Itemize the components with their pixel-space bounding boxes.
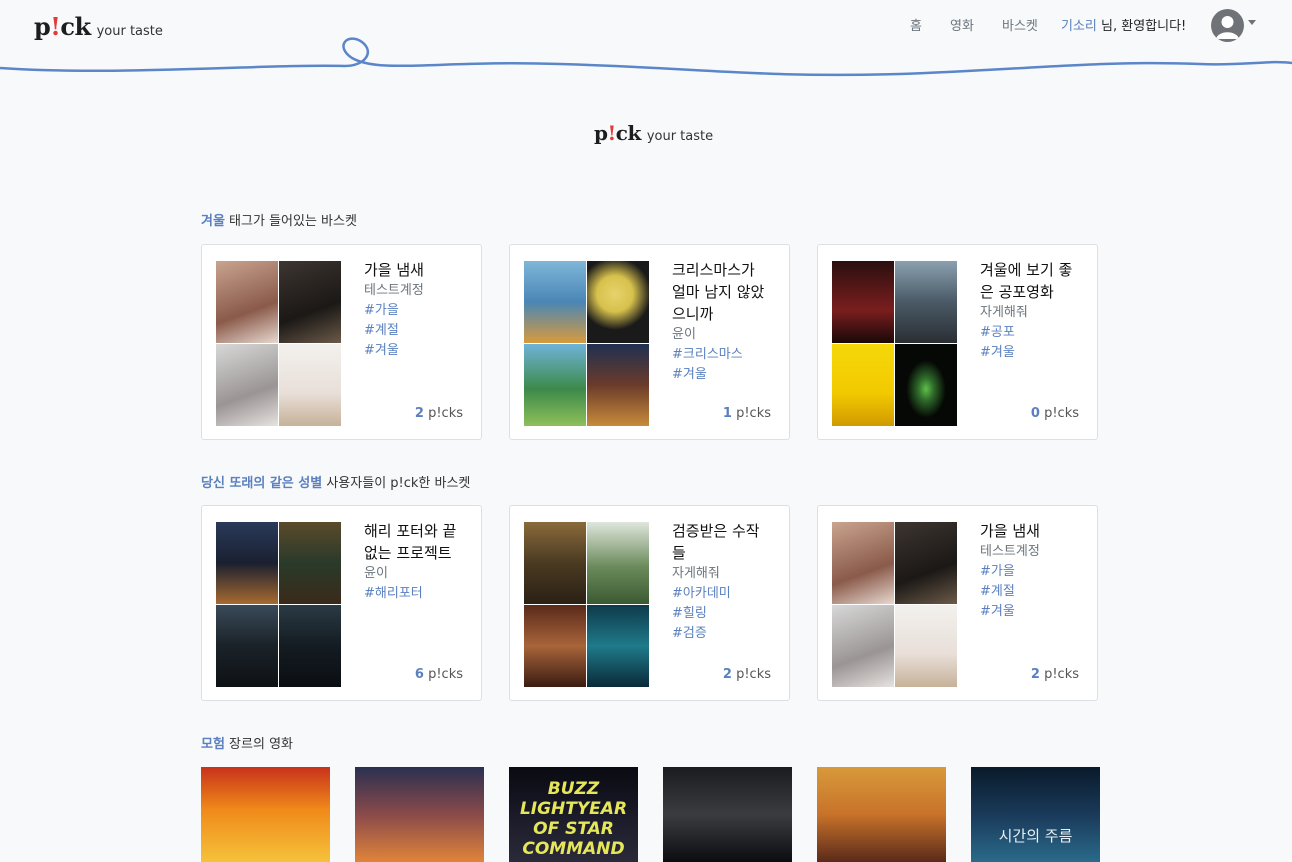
basket-author: 테스트계정: [980, 544, 1040, 559]
user-menu-caret-icon[interactable]: [1248, 20, 1256, 25]
basket-tag[interactable]: #검증: [672, 624, 782, 644]
basket-tag[interactable]: #크리스마스: [672, 345, 782, 365]
basket-tag[interactable]: #겨울: [980, 602, 1090, 622]
top-navbar: p!ck your taste 홈 영화 바스켓 기소리 님, 환영합니다!: [0, 0, 1292, 80]
poster-thumbnail: [587, 261, 649, 343]
basket-tag[interactable]: #가을: [364, 301, 474, 321]
hero-logo: p!ck your taste: [594, 121, 713, 145]
basket-tag[interactable]: #겨울: [672, 365, 782, 385]
basket-title: 검증받은 수작들: [672, 522, 760, 562]
basket-title: 크리스마스가 얼마 남지 않았으니까: [672, 261, 765, 323]
basket-card[interactable]: 검증받은 수작들 자게해줘 #아카데미 #힐링 #검증 2 p!cks: [509, 505, 790, 701]
user-name: 기소리: [1061, 19, 1097, 34]
nav-link-baskets[interactable]: 바스켓: [1002, 15, 1038, 34]
welcome-message: 기소리 님, 환영합니다!: [1061, 19, 1187, 34]
basket-tag[interactable]: #계절: [364, 321, 474, 341]
basket-poster-grid: [216, 261, 342, 427]
basket-card[interactable]: 가을 냄새 테스트계정 #가을 #계절 #겨울 2 p!cks: [817, 505, 1098, 701]
poster-thumbnail: [524, 522, 586, 604]
basket-author: 자게해줘: [980, 305, 1028, 320]
movie-poster[interactable]: [817, 767, 946, 862]
basket-tag[interactable]: #해리포터: [364, 584, 474, 604]
basket-pick-count: 2 p!cks: [1030, 667, 1079, 682]
movie-poster[interactable]: [663, 767, 792, 862]
basket-title: 가을 냄새: [980, 522, 1040, 540]
nav-link-movies[interactable]: 영화: [950, 15, 974, 34]
poster-thumbnail: [832, 522, 894, 604]
basket-author: 테스트계정: [364, 283, 424, 298]
basket-card[interactable]: 가을 냄새 테스트계정 #가을 #계절 #겨울 2 p!cks: [201, 244, 482, 440]
poster-thumbnail: [895, 605, 957, 687]
section-title-adventure-movies: 모험 장르의 영화: [201, 737, 293, 752]
nav-link-home[interactable]: 홈: [910, 15, 922, 34]
movie-poster[interactable]: 시간의 주름: [971, 767, 1100, 862]
basket-pick-count: 6 p!cks: [414, 667, 463, 682]
basket-tag[interactable]: #공포: [980, 323, 1090, 343]
movie-poster[interactable]: [355, 767, 484, 862]
basket-tag[interactable]: #계절: [980, 582, 1090, 602]
poster-thumbnail: [587, 605, 649, 687]
poster-thumbnail: [895, 261, 957, 343]
basket-tag[interactable]: #아카데미: [672, 584, 782, 604]
basket-poster-grid: [832, 261, 958, 427]
poster-thumbnail: [216, 261, 278, 343]
poster-thumbnail: [832, 261, 894, 343]
basket-card[interactable]: 해리 포터와 끝없는 프로젝트 윤이 #해리포터 6 p!cks: [201, 505, 482, 701]
movie-poster[interactable]: BUZZ LIGHTYEAR OF STAR COMMAND: [509, 767, 638, 862]
header-wave-decoration: [0, 37, 1292, 77]
basket-pick-count: 0 p!cks: [1030, 406, 1079, 421]
poster-thumbnail: [524, 261, 586, 343]
poster-thumbnail: [587, 522, 649, 604]
section-title-winter-baskets: 겨울 태그가 들어있는 바스켓: [201, 214, 357, 229]
poster-thumbnail: [524, 605, 586, 687]
basket-title: 가을 냄새: [364, 261, 424, 279]
poster-thumbnail: [895, 344, 957, 426]
basket-tag[interactable]: #겨울: [364, 341, 474, 361]
basket-poster-grid: [216, 522, 342, 688]
basket-tag[interactable]: #가을: [980, 562, 1090, 582]
poster-thumbnail: [279, 605, 341, 687]
basket-tag[interactable]: #겨울: [980, 343, 1090, 363]
poster-thumbnail: [216, 344, 278, 426]
basket-poster-grid: [524, 522, 650, 688]
poster-title-text: 시간의 주름: [998, 827, 1073, 845]
basket-pick-count: 2 p!cks: [414, 406, 463, 421]
poster-thumbnail: [524, 344, 586, 426]
basket-author: 자게해줘: [672, 566, 720, 581]
basket-poster-grid: [832, 522, 958, 688]
basket-card[interactable]: 크리스마스가 얼마 남지 않았으니까 윤이 #크리스마스 #겨울 1 p!cks: [509, 244, 790, 440]
basket-title: 겨울에 보기 좋은 공포영화: [980, 261, 1073, 301]
poster-thumbnail: [895, 522, 957, 604]
basket-author: 윤이: [364, 566, 388, 581]
poster-thumbnail: [832, 344, 894, 426]
poster-thumbnail: [216, 522, 278, 604]
basket-pick-count: 2 p!cks: [722, 667, 771, 682]
logo-mark: p!ck: [34, 12, 91, 41]
poster-title-text: BUZZ LIGHTYEAR OF STAR COMMAND: [519, 779, 628, 859]
poster-thumbnail: [279, 261, 341, 343]
nav-logo[interactable]: p!ck your taste: [34, 12, 163, 41]
section-title-peer-baskets: 당신 또래의 같은 성별 사용자들이 p!ck한 바스켓: [201, 476, 471, 491]
basket-pick-count: 1 p!cks: [722, 406, 771, 421]
poster-thumbnail: [279, 522, 341, 604]
basket-title: 해리 포터와 끝없는 프로젝트: [364, 522, 457, 562]
basket-author: 윤이: [672, 327, 696, 342]
basket-tag[interactable]: #힐링: [672, 604, 782, 624]
user-avatar-icon[interactable]: [1211, 9, 1244, 42]
hero-logo-tagline: your taste: [646, 129, 714, 144]
basket-poster-grid: [524, 261, 650, 427]
movie-poster[interactable]: [201, 767, 330, 862]
poster-thumbnail: [587, 344, 649, 426]
logo-tagline: your taste: [96, 24, 163, 39]
basket-card[interactable]: 겨울에 보기 좋은 공포영화 자게해줘 #공포 #겨울 0 p!cks: [817, 244, 1098, 440]
hero-logo-mark: p!ck: [594, 121, 641, 145]
poster-thumbnail: [832, 605, 894, 687]
poster-thumbnail: [279, 344, 341, 426]
poster-thumbnail: [216, 605, 278, 687]
